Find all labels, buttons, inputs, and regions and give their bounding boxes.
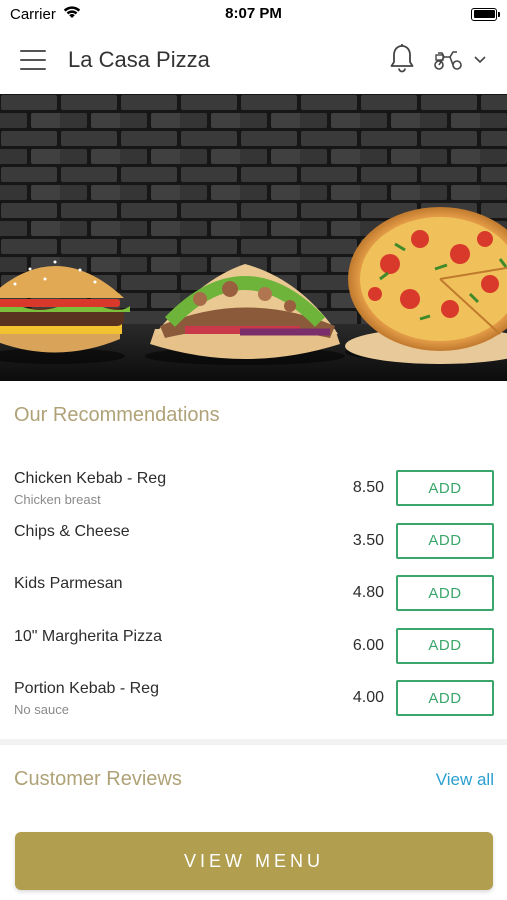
battery-icon xyxy=(471,7,500,21)
bell-icon[interactable] xyxy=(389,43,415,78)
recommendations-heading: Our Recommendations xyxy=(14,404,220,426)
item-name: Portion Kebab - Reg xyxy=(14,680,159,698)
scooter-icon[interactable] xyxy=(433,49,487,71)
item-price: 3.50 xyxy=(352,531,384,549)
item-name: 10" Margherita Pizza xyxy=(14,627,162,645)
nav-bar: La Casa Pizza xyxy=(0,28,507,92)
list-item: Chicken Kebab - Reg Chicken breast 8.50 … xyxy=(0,462,507,515)
menu-icon[interactable] xyxy=(20,50,46,70)
item-description: Chicken breast xyxy=(14,492,101,507)
page-title: La Casa Pizza xyxy=(68,47,210,72)
view-menu-button[interactable]: VIEW MENU xyxy=(15,832,493,890)
status-time: 8:07 PM xyxy=(225,5,282,22)
recommendations-list: Chicken Kebab - Reg Chicken breast 8.50 … xyxy=(0,462,507,725)
status-bar: Carrier 8:07 PM xyxy=(0,0,507,28)
add-button[interactable]: ADD xyxy=(396,627,494,664)
item-name: Chips & Cheese xyxy=(14,522,130,540)
item-name: Chicken Kebab - Reg xyxy=(14,470,167,487)
section-divider xyxy=(0,739,507,745)
add-button[interactable]: ADD xyxy=(396,575,494,612)
add-button[interactable]: ADD xyxy=(396,522,494,559)
list-item: Chips & Cheese 3.50 ADD xyxy=(0,515,507,568)
view-all-link[interactable]: View all xyxy=(436,770,494,790)
add-button[interactable]: ADD xyxy=(396,680,494,717)
list-item: Portion Kebab - Reg No sauce 4.00 ADD xyxy=(0,672,507,725)
item-price: 6.00 xyxy=(352,636,384,654)
item-price: 4.80 xyxy=(352,584,384,602)
item-name: Kids Parmesan xyxy=(14,575,123,593)
nav-actions xyxy=(389,43,487,78)
list-item: Kids Parmesan 4.80 ADD xyxy=(0,567,507,620)
item-price: 4.00 xyxy=(352,689,384,707)
item-price: 8.50 xyxy=(352,479,384,496)
list-item: 10" Margherita Pizza 6.00 ADD xyxy=(0,620,507,673)
add-button[interactable]: ADD xyxy=(396,470,494,506)
reviews-heading: Customer Reviews xyxy=(14,768,182,790)
chevron-down-icon[interactable] xyxy=(473,51,487,69)
item-description: No sauce xyxy=(14,702,69,718)
hero-banner-image xyxy=(0,94,507,381)
